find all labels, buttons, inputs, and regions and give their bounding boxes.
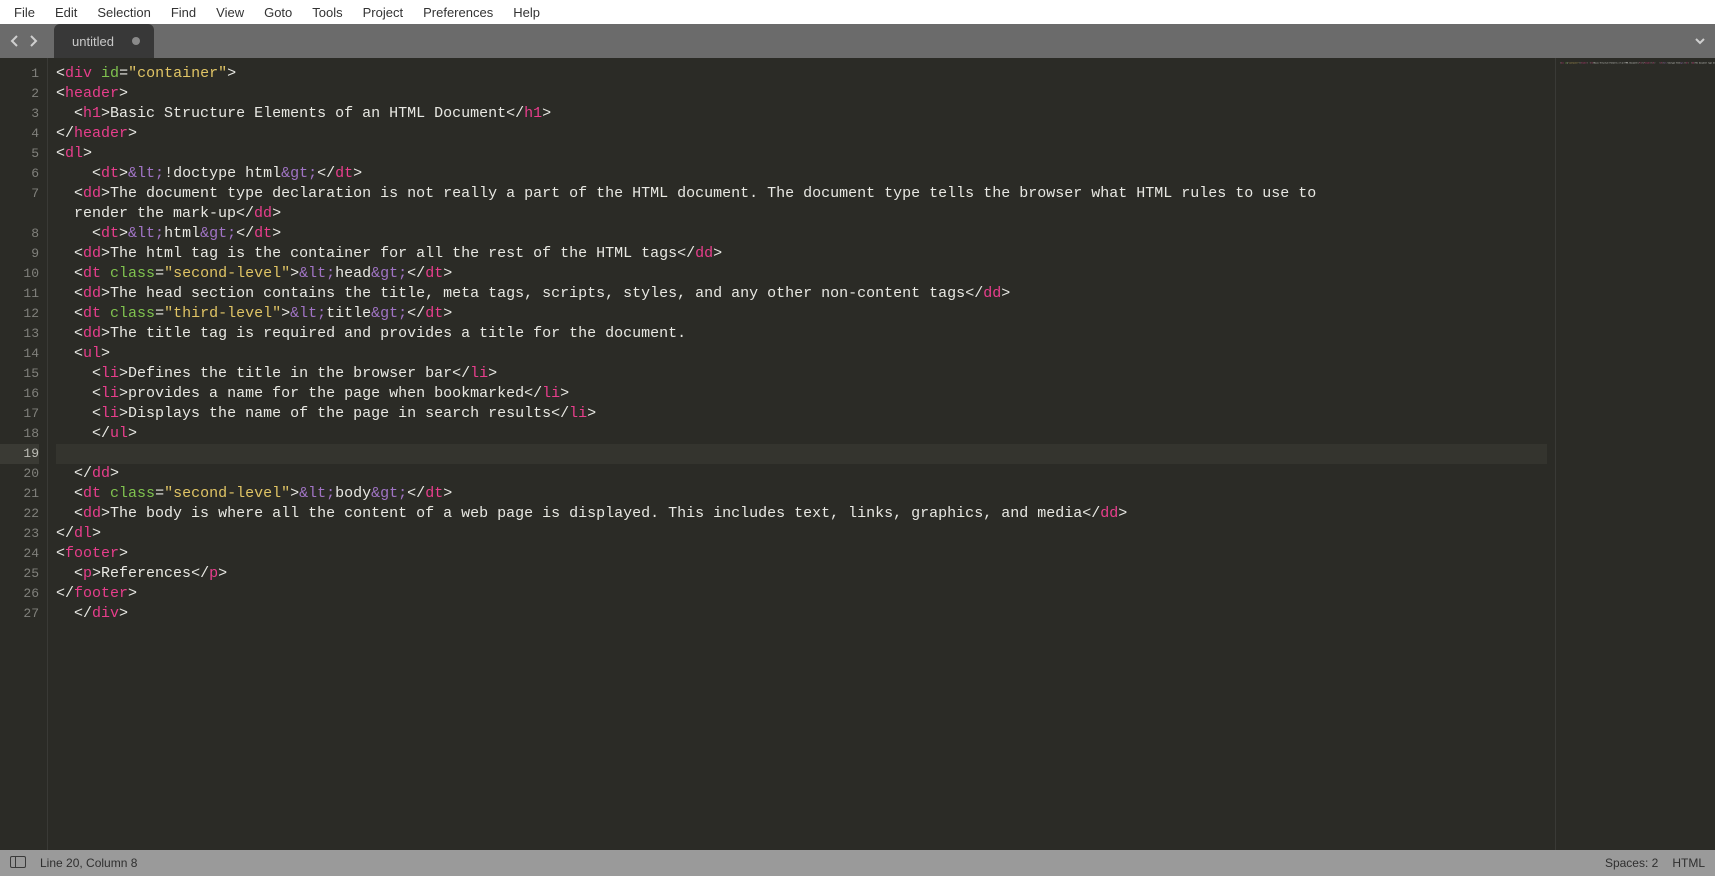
minimap[interactable]: <div id="container"><header> <h1>Basic S… bbox=[1555, 58, 1715, 850]
line-number: 25 bbox=[0, 564, 39, 584]
code-line[interactable]: <dl> bbox=[56, 144, 1547, 164]
tab-overflow-dropdown[interactable] bbox=[1693, 24, 1707, 58]
line-number: 4 bbox=[0, 124, 39, 144]
menu-goto[interactable]: Goto bbox=[254, 3, 302, 22]
status-syntax[interactable]: HTML bbox=[1672, 856, 1705, 870]
status-indent[interactable]: Spaces: 2 bbox=[1605, 856, 1658, 870]
code-line[interactable]: </header> bbox=[56, 124, 1547, 144]
menu-edit[interactable]: Edit bbox=[45, 3, 87, 22]
code-line[interactable]: <dd>The html tag is the container for al… bbox=[56, 244, 1547, 264]
line-number: 3 bbox=[0, 104, 39, 124]
menu-find[interactable]: Find bbox=[161, 3, 206, 22]
line-number: 8 bbox=[0, 224, 39, 244]
line-number: 16 bbox=[0, 384, 39, 404]
editor[interactable]: 1234567891011121314151617181920212223242… bbox=[0, 58, 1715, 850]
code-line[interactable]: <li>Defines the title in the browser bar… bbox=[56, 364, 1547, 384]
line-number: 13 bbox=[0, 324, 39, 344]
line-number: 7 bbox=[0, 184, 39, 204]
tab-active[interactable]: untitled bbox=[54, 24, 154, 58]
line-number: 23 bbox=[0, 524, 39, 544]
menu-view[interactable]: View bbox=[206, 3, 254, 22]
code-line[interactable]: <h1>Basic Structure Elements of an HTML … bbox=[56, 104, 1547, 124]
line-number: 6 bbox=[0, 164, 39, 184]
menu-project[interactable]: Project bbox=[353, 3, 413, 22]
code-line[interactable]: render the mark-up</dd> bbox=[56, 204, 1547, 224]
code-line[interactable]: <li>Displays the name of the page in sea… bbox=[56, 404, 1547, 424]
status-cursor[interactable]: Line 20, Column 8 bbox=[40, 856, 137, 870]
code-line[interactable] bbox=[56, 444, 1547, 464]
code-line[interactable]: </dl> bbox=[56, 524, 1547, 544]
line-number: 20 bbox=[0, 464, 39, 484]
menu-bar: FileEditSelectionFindViewGotoToolsProjec… bbox=[0, 0, 1715, 24]
line-number: 14 bbox=[0, 344, 39, 364]
code-line[interactable]: </div> bbox=[56, 604, 1547, 624]
line-number: 2 bbox=[0, 84, 39, 104]
line-number: 19 bbox=[0, 444, 39, 464]
tab-title: untitled bbox=[72, 34, 114, 49]
code-line[interactable]: <ul> bbox=[56, 344, 1547, 364]
menu-selection[interactable]: Selection bbox=[87, 3, 160, 22]
line-number: 17 bbox=[0, 404, 39, 424]
line-number: 15 bbox=[0, 364, 39, 384]
code-line[interactable]: <dd>The body is where all the content of… bbox=[56, 504, 1547, 524]
line-number: 1 bbox=[0, 64, 39, 84]
tab-bar: untitled bbox=[0, 24, 1715, 58]
code-line[interactable]: <dt>&lt;!doctype html&gt;</dt> bbox=[56, 164, 1547, 184]
chevron-down-icon bbox=[1693, 34, 1707, 48]
menu-tools[interactable]: Tools bbox=[302, 3, 352, 22]
code-line[interactable]: <li>provides a name for the page when bo… bbox=[56, 384, 1547, 404]
code-line[interactable]: </ul> bbox=[56, 424, 1547, 444]
tab-back-icon[interactable] bbox=[8, 34, 22, 48]
line-number: 12 bbox=[0, 304, 39, 324]
code-line[interactable]: </dd> bbox=[56, 464, 1547, 484]
status-bar: Line 20, Column 8 Spaces: 2 HTML bbox=[0, 850, 1715, 876]
line-number: 5 bbox=[0, 144, 39, 164]
code-line[interactable]: <dt>&lt;html&gt;</dt> bbox=[56, 224, 1547, 244]
line-number: 22 bbox=[0, 504, 39, 524]
line-number: 9 bbox=[0, 244, 39, 264]
code-line[interactable]: <dt class="second-level">&lt;body&gt;</d… bbox=[56, 484, 1547, 504]
code-line[interactable]: </footer> bbox=[56, 584, 1547, 604]
line-number: 10 bbox=[0, 264, 39, 284]
tab-forward-icon[interactable] bbox=[26, 34, 40, 48]
line-number: 21 bbox=[0, 484, 39, 504]
code-line[interactable]: <p>References</p> bbox=[56, 564, 1547, 584]
line-number: 24 bbox=[0, 544, 39, 564]
tab-history-nav[interactable] bbox=[0, 24, 48, 58]
line-number: 18 bbox=[0, 424, 39, 444]
code-line[interactable]: <dd>The title tag is required and provid… bbox=[56, 324, 1547, 344]
line-number: 27 bbox=[0, 604, 39, 624]
panel-switcher-icon[interactable] bbox=[10, 856, 26, 871]
menu-preferences[interactable]: Preferences bbox=[413, 3, 503, 22]
code-line[interactable]: <dd>The document type declaration is not… bbox=[56, 184, 1547, 204]
code-line[interactable]: <footer> bbox=[56, 544, 1547, 564]
code-line[interactable]: <dt class="second-level">&lt;head&gt;</d… bbox=[56, 264, 1547, 284]
menu-file[interactable]: File bbox=[4, 3, 45, 22]
code-line[interactable]: <dt class="third-level">&lt;title&gt;</d… bbox=[56, 304, 1547, 324]
code-area[interactable]: <div id="container"><header> <h1>Basic S… bbox=[48, 58, 1555, 850]
code-line[interactable]: <dd>The head section contains the title,… bbox=[56, 284, 1547, 304]
code-line[interactable]: <header> bbox=[56, 84, 1547, 104]
line-number-gutter: 1234567891011121314151617181920212223242… bbox=[0, 58, 48, 850]
line-number: 11 bbox=[0, 284, 39, 304]
code-line[interactable]: <div id="container"> bbox=[56, 64, 1547, 84]
menu-help[interactable]: Help bbox=[503, 3, 550, 22]
tab-dirty-indicator-icon bbox=[132, 37, 140, 45]
line-number: 26 bbox=[0, 584, 39, 604]
line-number bbox=[0, 204, 39, 224]
